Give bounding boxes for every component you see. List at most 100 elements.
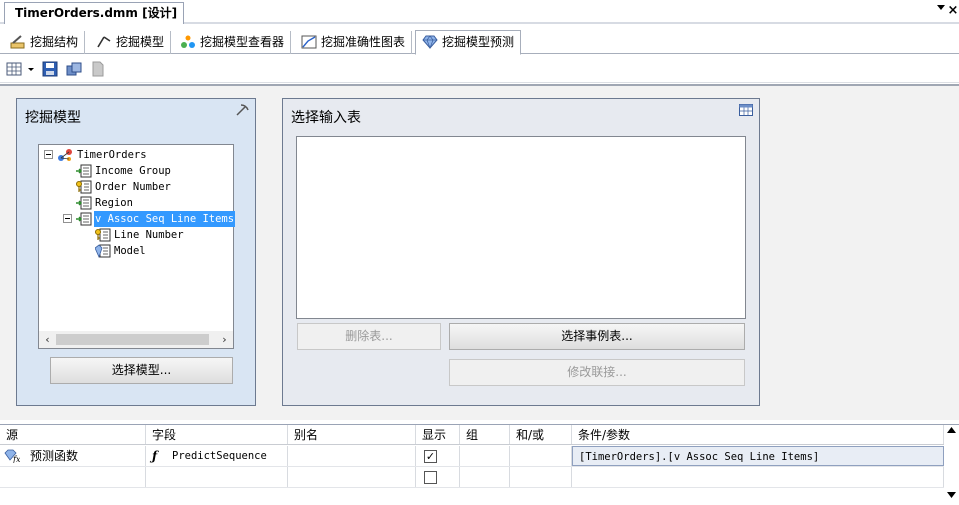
scroll-left-icon[interactable]: ‹ bbox=[39, 331, 56, 348]
show-checkbox[interactable]: ✓ bbox=[424, 450, 437, 463]
document-list-dropdown-icon[interactable] bbox=[937, 5, 945, 10]
scroll-down-icon[interactable] bbox=[947, 492, 956, 498]
tree-node-model[interactable]: Model bbox=[39, 243, 233, 259]
tree-node-label: TimerOrders bbox=[77, 149, 147, 161]
save-icon[interactable] bbox=[42, 61, 58, 77]
select-model-button[interactable]: 选择模型... bbox=[50, 357, 233, 384]
show-checkbox[interactable] bbox=[424, 471, 437, 484]
accuracy-chart-icon bbox=[301, 35, 317, 49]
document-tab[interactable]: TimerOrders.dmm [设计] bbox=[4, 2, 185, 24]
field-cell[interactable] bbox=[146, 467, 288, 487]
and-or-cell[interactable] bbox=[510, 446, 572, 466]
column-header-and-or[interactable]: 和/或 bbox=[510, 425, 572, 444]
mining-model-icon bbox=[97, 36, 111, 48]
toolbar bbox=[0, 56, 959, 83]
criteria-cell[interactable] bbox=[572, 467, 944, 487]
prediction-function-icon: fx bbox=[4, 449, 20, 463]
alias-cell[interactable] bbox=[288, 467, 416, 487]
function-icon: ƒ bbox=[152, 449, 158, 463]
designer-tab-bar: 挖掘结构 挖掘模型 挖掘模型查看器 挖掘准确性图表 挖掘模型预测 bbox=[0, 28, 959, 55]
column-header-criteria[interactable]: 条件/参数 bbox=[572, 425, 944, 444]
tab-mining-structure[interactable]: 挖掘结构 bbox=[4, 31, 86, 54]
mining-model-panel: 挖掘模型 TimerOrders Income Group Order Numb… bbox=[16, 98, 256, 406]
tab-label: 挖掘模型预测 bbox=[442, 35, 515, 49]
tab-label: 挖掘结构 bbox=[30, 35, 79, 49]
table-row[interactable]: fx 预测函数 ƒ PredictSequence ✓ [TimerOrders… bbox=[0, 446, 944, 467]
input-column-icon bbox=[76, 164, 92, 178]
criteria-cell[interactable]: [TimerOrders].[v Assoc Seq Line Items] bbox=[572, 446, 944, 466]
model-root-icon bbox=[58, 149, 72, 161]
page-icon[interactable] bbox=[90, 61, 106, 77]
scroll-right-icon[interactable]: › bbox=[216, 331, 233, 348]
column-header-show[interactable]: 显示 bbox=[416, 425, 460, 444]
input-table-panel: 选择输入表 删除表... 选择事例表... 修改联接... bbox=[282, 98, 760, 406]
close-icon[interactable]: × bbox=[947, 3, 959, 19]
document-tab-title: TimerOrders.dmm [设计] bbox=[15, 6, 178, 20]
collapse-icon[interactable] bbox=[44, 150, 53, 159]
tab-label: 挖掘准确性图表 bbox=[321, 35, 406, 49]
scroll-up-icon[interactable] bbox=[947, 427, 956, 433]
tree-node-label: v Assoc Seq Line Items bbox=[94, 211, 236, 227]
group-cell[interactable] bbox=[460, 446, 510, 466]
panel-title: 选择输入表 bbox=[291, 110, 361, 126]
tree-node-label: Region bbox=[95, 197, 133, 209]
grid-vertical-scrollbar[interactable] bbox=[944, 425, 959, 505]
nested-table-icon bbox=[76, 212, 92, 226]
mining-pick-icon bbox=[236, 104, 249, 116]
svg-text:fx: fx bbox=[12, 455, 20, 463]
mining-structure-icon bbox=[10, 35, 25, 49]
tab-model-viewer[interactable]: 挖掘模型查看器 bbox=[174, 31, 292, 54]
tab-accuracy-chart[interactable]: 挖掘准确性图表 bbox=[295, 31, 413, 54]
select-case-table-button[interactable]: 选择事例表... bbox=[449, 323, 745, 350]
dropdown-arrow-icon[interactable] bbox=[26, 61, 36, 77]
design-surface: 挖掘模型 TimerOrders Income Group Order Numb… bbox=[0, 84, 959, 420]
tree-node-label: Income Group bbox=[95, 165, 171, 177]
field-cell[interactable]: ƒ PredictSequence bbox=[146, 446, 288, 466]
field-value: PredictSequence bbox=[172, 450, 267, 462]
tree-node-order-number[interactable]: Order Number bbox=[39, 179, 233, 195]
tree-node-line-number[interactable]: Line Number bbox=[39, 227, 233, 243]
source-cell[interactable]: fx 预测函数 bbox=[0, 446, 146, 466]
scrollbar-thumb[interactable] bbox=[56, 334, 209, 345]
prediction-query-grid: 源 字段 别名 显示 组 和/或 条件/参数 fx 预测函数 ƒ Predict… bbox=[0, 424, 959, 505]
model-viewer-icon bbox=[181, 35, 195, 48]
column-header-alias[interactable]: 别名 bbox=[288, 425, 416, 444]
tab-label: 挖掘模型 bbox=[116, 35, 165, 49]
group-cell[interactable] bbox=[460, 467, 510, 487]
source-value: 预测函数 bbox=[30, 449, 79, 463]
key-column-icon bbox=[76, 180, 92, 194]
alias-cell[interactable] bbox=[288, 446, 416, 466]
tree-node-nested-table[interactable]: v Assoc Seq Line Items bbox=[39, 211, 236, 227]
source-cell[interactable] bbox=[0, 467, 146, 487]
tab-mining-model[interactable]: 挖掘模型 bbox=[90, 31, 172, 54]
tree-node-region[interactable]: Region bbox=[39, 195, 233, 211]
tree-node-root[interactable]: TimerOrders bbox=[39, 147, 233, 163]
tree-node-label: Order Number bbox=[95, 181, 171, 193]
show-cell[interactable]: ✓ bbox=[416, 446, 460, 466]
column-header-field[interactable]: 字段 bbox=[146, 425, 288, 444]
tab-model-prediction[interactable]: 挖掘模型预测 bbox=[415, 30, 522, 55]
collapse-icon[interactable] bbox=[63, 214, 72, 223]
tab-label: 挖掘模型查看器 bbox=[200, 35, 285, 49]
show-cell[interactable] bbox=[416, 467, 460, 487]
tree-horizontal-scrollbar[interactable]: ‹ › bbox=[39, 331, 233, 348]
key-column-icon bbox=[95, 228, 111, 242]
tree-node-income-group[interactable]: Income Group bbox=[39, 163, 233, 179]
table-icon bbox=[739, 104, 753, 116]
modify-join-button[interactable]: 修改联接... bbox=[449, 359, 745, 386]
input-table-area[interactable] bbox=[296, 136, 746, 319]
column-header-source[interactable]: 源 bbox=[0, 425, 146, 444]
predict-column-icon bbox=[95, 244, 111, 258]
input-column-icon bbox=[76, 196, 92, 210]
tree-node-label: Line Number bbox=[114, 229, 184, 241]
model-tree[interactable]: TimerOrders Income Group Order Number Re… bbox=[38, 144, 236, 349]
delete-table-button[interactable]: 删除表... bbox=[297, 323, 441, 350]
table-row[interactable] bbox=[0, 467, 944, 488]
grid-view-icon[interactable] bbox=[6, 61, 22, 77]
column-header-group[interactable]: 组 bbox=[460, 425, 510, 444]
panel-title: 挖掘模型 bbox=[25, 110, 81, 126]
and-or-cell[interactable] bbox=[510, 467, 572, 487]
tree-node-label: Model bbox=[114, 245, 146, 257]
copy-icon[interactable] bbox=[66, 61, 82, 77]
prediction-gem-icon bbox=[422, 35, 438, 49]
